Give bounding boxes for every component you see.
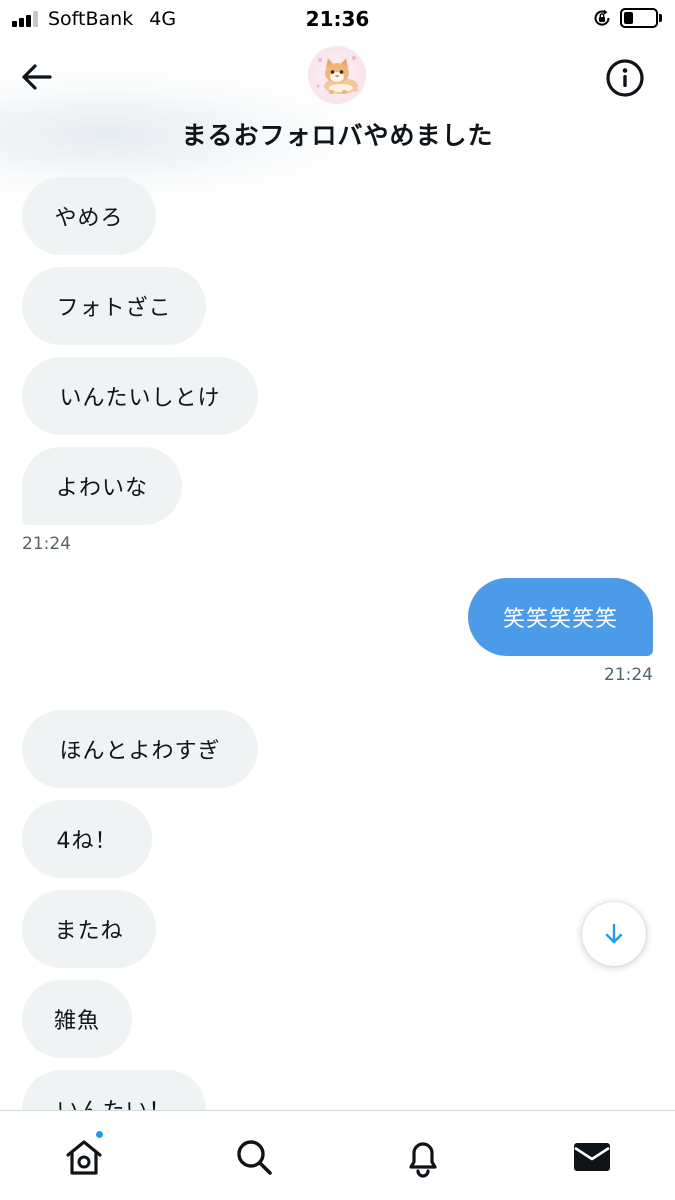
mail-icon bbox=[574, 1143, 610, 1171]
cat-avatar-icon bbox=[316, 56, 358, 94]
home-notification-dot bbox=[94, 1129, 105, 1140]
sent-message[interactable]: 笑笑笑笑笑 bbox=[468, 578, 653, 656]
tab-search[interactable] bbox=[232, 1135, 276, 1179]
received-message[interactable]: 雑魚 bbox=[22, 980, 132, 1058]
arrow-left-icon bbox=[22, 64, 52, 90]
info-button[interactable] bbox=[604, 57, 646, 99]
received-message[interactable]: ほんとよわすぎ bbox=[22, 710, 258, 788]
status-time: 21:36 bbox=[305, 7, 370, 31]
battery-icon bbox=[620, 8, 658, 28]
home-icon bbox=[66, 1140, 102, 1175]
back-button[interactable] bbox=[18, 58, 56, 96]
search-icon bbox=[237, 1140, 272, 1175]
battery-tip bbox=[659, 14, 662, 22]
info-icon bbox=[606, 59, 644, 97]
status-bar: SoftBank 4G 21:36 bbox=[0, 0, 675, 40]
conversation-header: まるおフォロバやめました bbox=[0, 40, 675, 205]
orientation-lock-icon bbox=[594, 9, 610, 26]
received-message[interactable]: よわいな bbox=[22, 447, 182, 525]
received-message[interactable]: フォトざこ bbox=[22, 267, 206, 345]
message-timestamp: 21:24 bbox=[22, 534, 71, 554]
dm-screen: SoftBank 4G 21:36 まるおフォロバやめました やめろ フォトざこ… bbox=[0, 0, 675, 1200]
conversation-title: まるおフォロバやめました bbox=[181, 121, 494, 150]
received-message[interactable]: またね bbox=[22, 890, 156, 968]
tab-notifications[interactable] bbox=[401, 1135, 445, 1179]
received-message[interactable]: やめろ bbox=[22, 177, 156, 255]
received-message[interactable]: いんたい！ bbox=[22, 1070, 206, 1110]
bottom-tab-bar bbox=[0, 1110, 675, 1200]
avatar[interactable] bbox=[308, 46, 366, 104]
received-message[interactable]: いんたいしとけ bbox=[22, 357, 258, 435]
tab-messages[interactable] bbox=[570, 1135, 614, 1179]
arrow-down-icon bbox=[605, 923, 623, 944]
message-timestamp: 21:24 bbox=[604, 665, 653, 685]
scroll-to-bottom-button[interactable] bbox=[582, 902, 646, 966]
bell-icon bbox=[409, 1142, 437, 1178]
received-message[interactable]: 4ね！ bbox=[22, 800, 152, 878]
tab-home[interactable] bbox=[62, 1135, 106, 1179]
battery-fill bbox=[624, 12, 633, 24]
message-list[interactable]: やめろ フォトざこ いんたいしとけ よわいな 21:24 笑笑笑笑笑 21:24… bbox=[0, 165, 675, 1110]
